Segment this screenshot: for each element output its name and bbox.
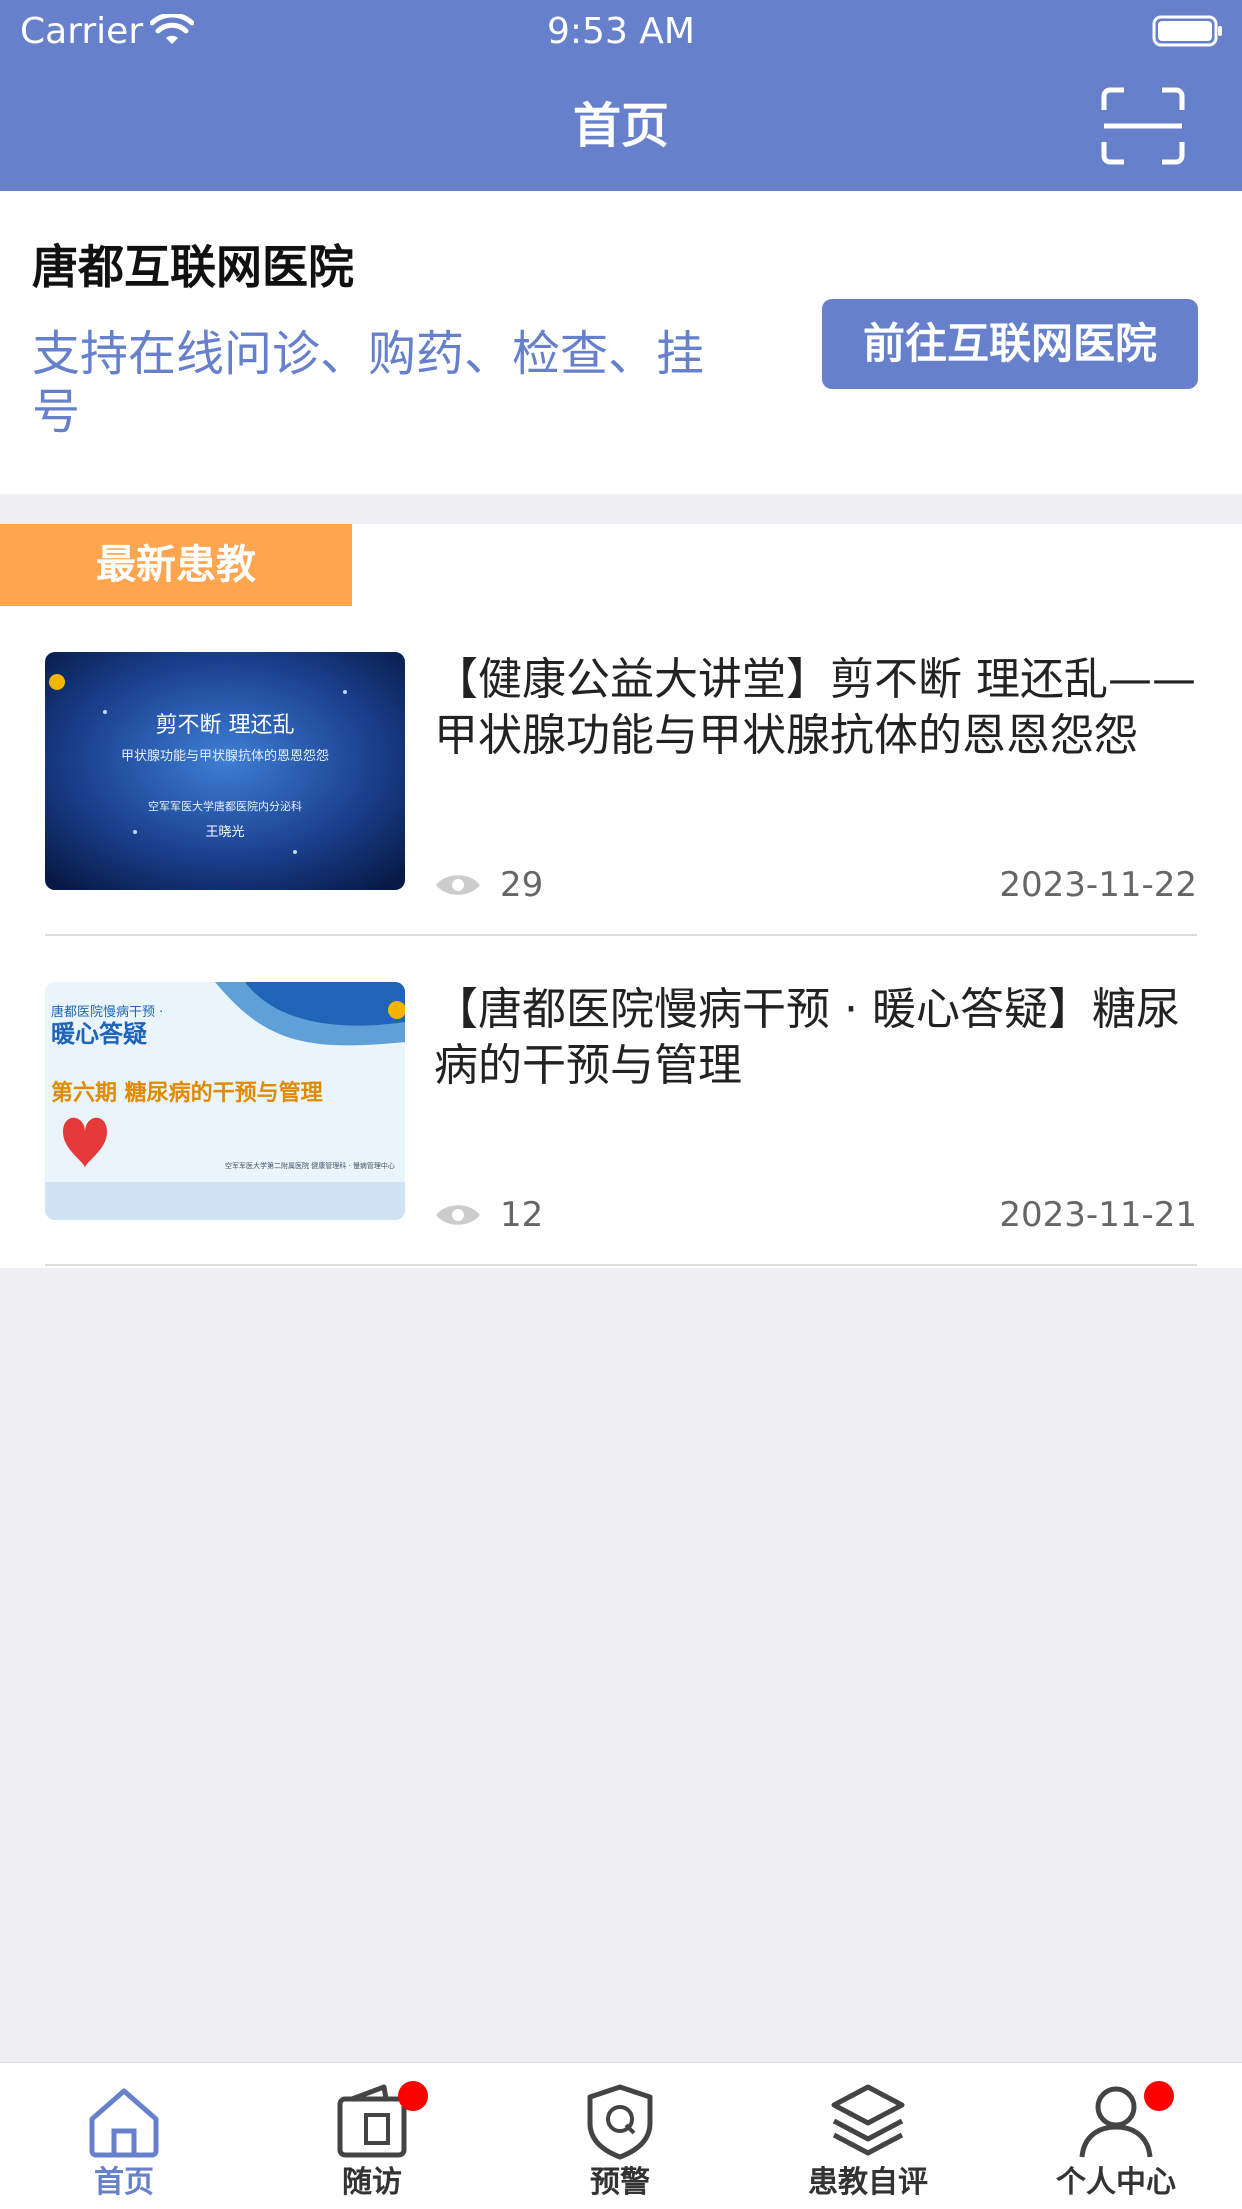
article-item[interactable]: 唐都医院慢病干预 · 暖心答疑 第六期 糖尿病的干预与管理 空军军医大学第二附属… [0, 936, 1242, 1266]
goto-internet-hospital-button[interactable]: 前往互联网医院 [822, 299, 1198, 389]
view-count-value: 12 [500, 1195, 544, 1235]
view-count-value: 29 [500, 865, 544, 905]
tab-label: 预警 [590, 2165, 650, 2200]
article-date: 2023-11-22 [999, 865, 1197, 905]
divider [45, 1264, 1197, 1266]
tab-follow-up[interactable]: 随访 [248, 2063, 496, 2209]
tab-warning[interactable]: 预警 [496, 2063, 744, 2209]
tab-self-assessment[interactable]: 患教自评 [744, 2063, 992, 2209]
page-title: 首页 [572, 98, 669, 154]
thumb-line4: 空军军医大学第二附属医院 健康管理科 · 慢病管理中心 [225, 1161, 395, 1170]
hospital-description: 支持在线问诊、购药、检查、挂号 [32, 326, 705, 440]
article-thumbnail: 剪不断 理还乱 甲状腺功能与甲状腺抗体的恩恩怨怨 空军军医大学唐都医院内分泌科 … [45, 652, 405, 890]
section-tag: 最新患教 [0, 524, 352, 606]
tab-profile[interactable]: 个人中心 [992, 2063, 1240, 2209]
article-thumbnail: 唐都医院慢病干预 · 暖心答疑 第六期 糖尿病的干预与管理 空军军医大学第二附属… [45, 982, 405, 1220]
article-item[interactable]: 剪不断 理还乱 甲状腺功能与甲状腺抗体的恩恩怨怨 空军军医大学唐都医院内分泌科 … [0, 606, 1242, 936]
notification-badge [1144, 2081, 1174, 2111]
view-count: 29 [434, 860, 543, 910]
home-icon [89, 2088, 159, 2158]
article-title: 【健康公益大讲堂】剪不断 理还乱——甲状腺功能与甲状腺抗体的恩恩怨怨 [434, 654, 1196, 761]
battery-icon [1152, 14, 1224, 52]
header: Carrier 9:53 AM 首页 [0, 0, 1242, 191]
tab-label: 随访 [342, 2165, 402, 2200]
tab-bar: 首页 随访 预警 患教自评 个人中心 [0, 2062, 1242, 2209]
thumb-line3: 第六期 糖尿病的干预与管理 [51, 1080, 323, 1106]
scan-icon[interactable] [1100, 86, 1186, 166]
thumb-line3: 空军军医大学唐都医院内分泌科 [148, 799, 302, 813]
article-date: 2023-11-21 [999, 1195, 1197, 1235]
thumb-line2: 暖心答疑 [51, 1020, 147, 1048]
tab-label: 患教自评 [808, 2165, 928, 2200]
thumb-line1: 剪不断 理还乱 [156, 713, 295, 738]
hospital-name: 唐都互联网医院 [32, 240, 354, 294]
warning-shield-icon [587, 2084, 653, 2160]
tab-home[interactable]: 首页 [0, 2063, 248, 2209]
eye-icon [436, 1205, 480, 1225]
article-title: 【唐都医院慢病干预 · 暖心答疑】糖尿病的干预与管理 [434, 984, 1180, 1091]
thumb-line1: 唐都医院慢病干预 · [51, 1004, 163, 1020]
patient-education-section: 最新患教 剪不断 理还乱 甲状腺功能与甲状腺抗体的恩恩怨怨 空军军医大学唐都医院… [0, 524, 1242, 1268]
hospital-card: 唐都互联网医院 支持在线问诊、购药、检查、挂号 前往互联网医院 [0, 191, 1242, 494]
notification-badge [398, 2081, 428, 2111]
view-count: 12 [434, 1190, 543, 1240]
eye-icon [436, 875, 480, 895]
tab-label: 个人中心 [1056, 2165, 1176, 2200]
status-time: 9:53 AM [547, 11, 695, 52]
tab-label: 首页 [94, 2165, 154, 2200]
thumb-line4: 王晓光 [205, 825, 244, 840]
thumb-line2: 甲状腺功能与甲状腺抗体的恩恩怨怨 [121, 748, 329, 764]
layers-icon [831, 2084, 905, 2156]
